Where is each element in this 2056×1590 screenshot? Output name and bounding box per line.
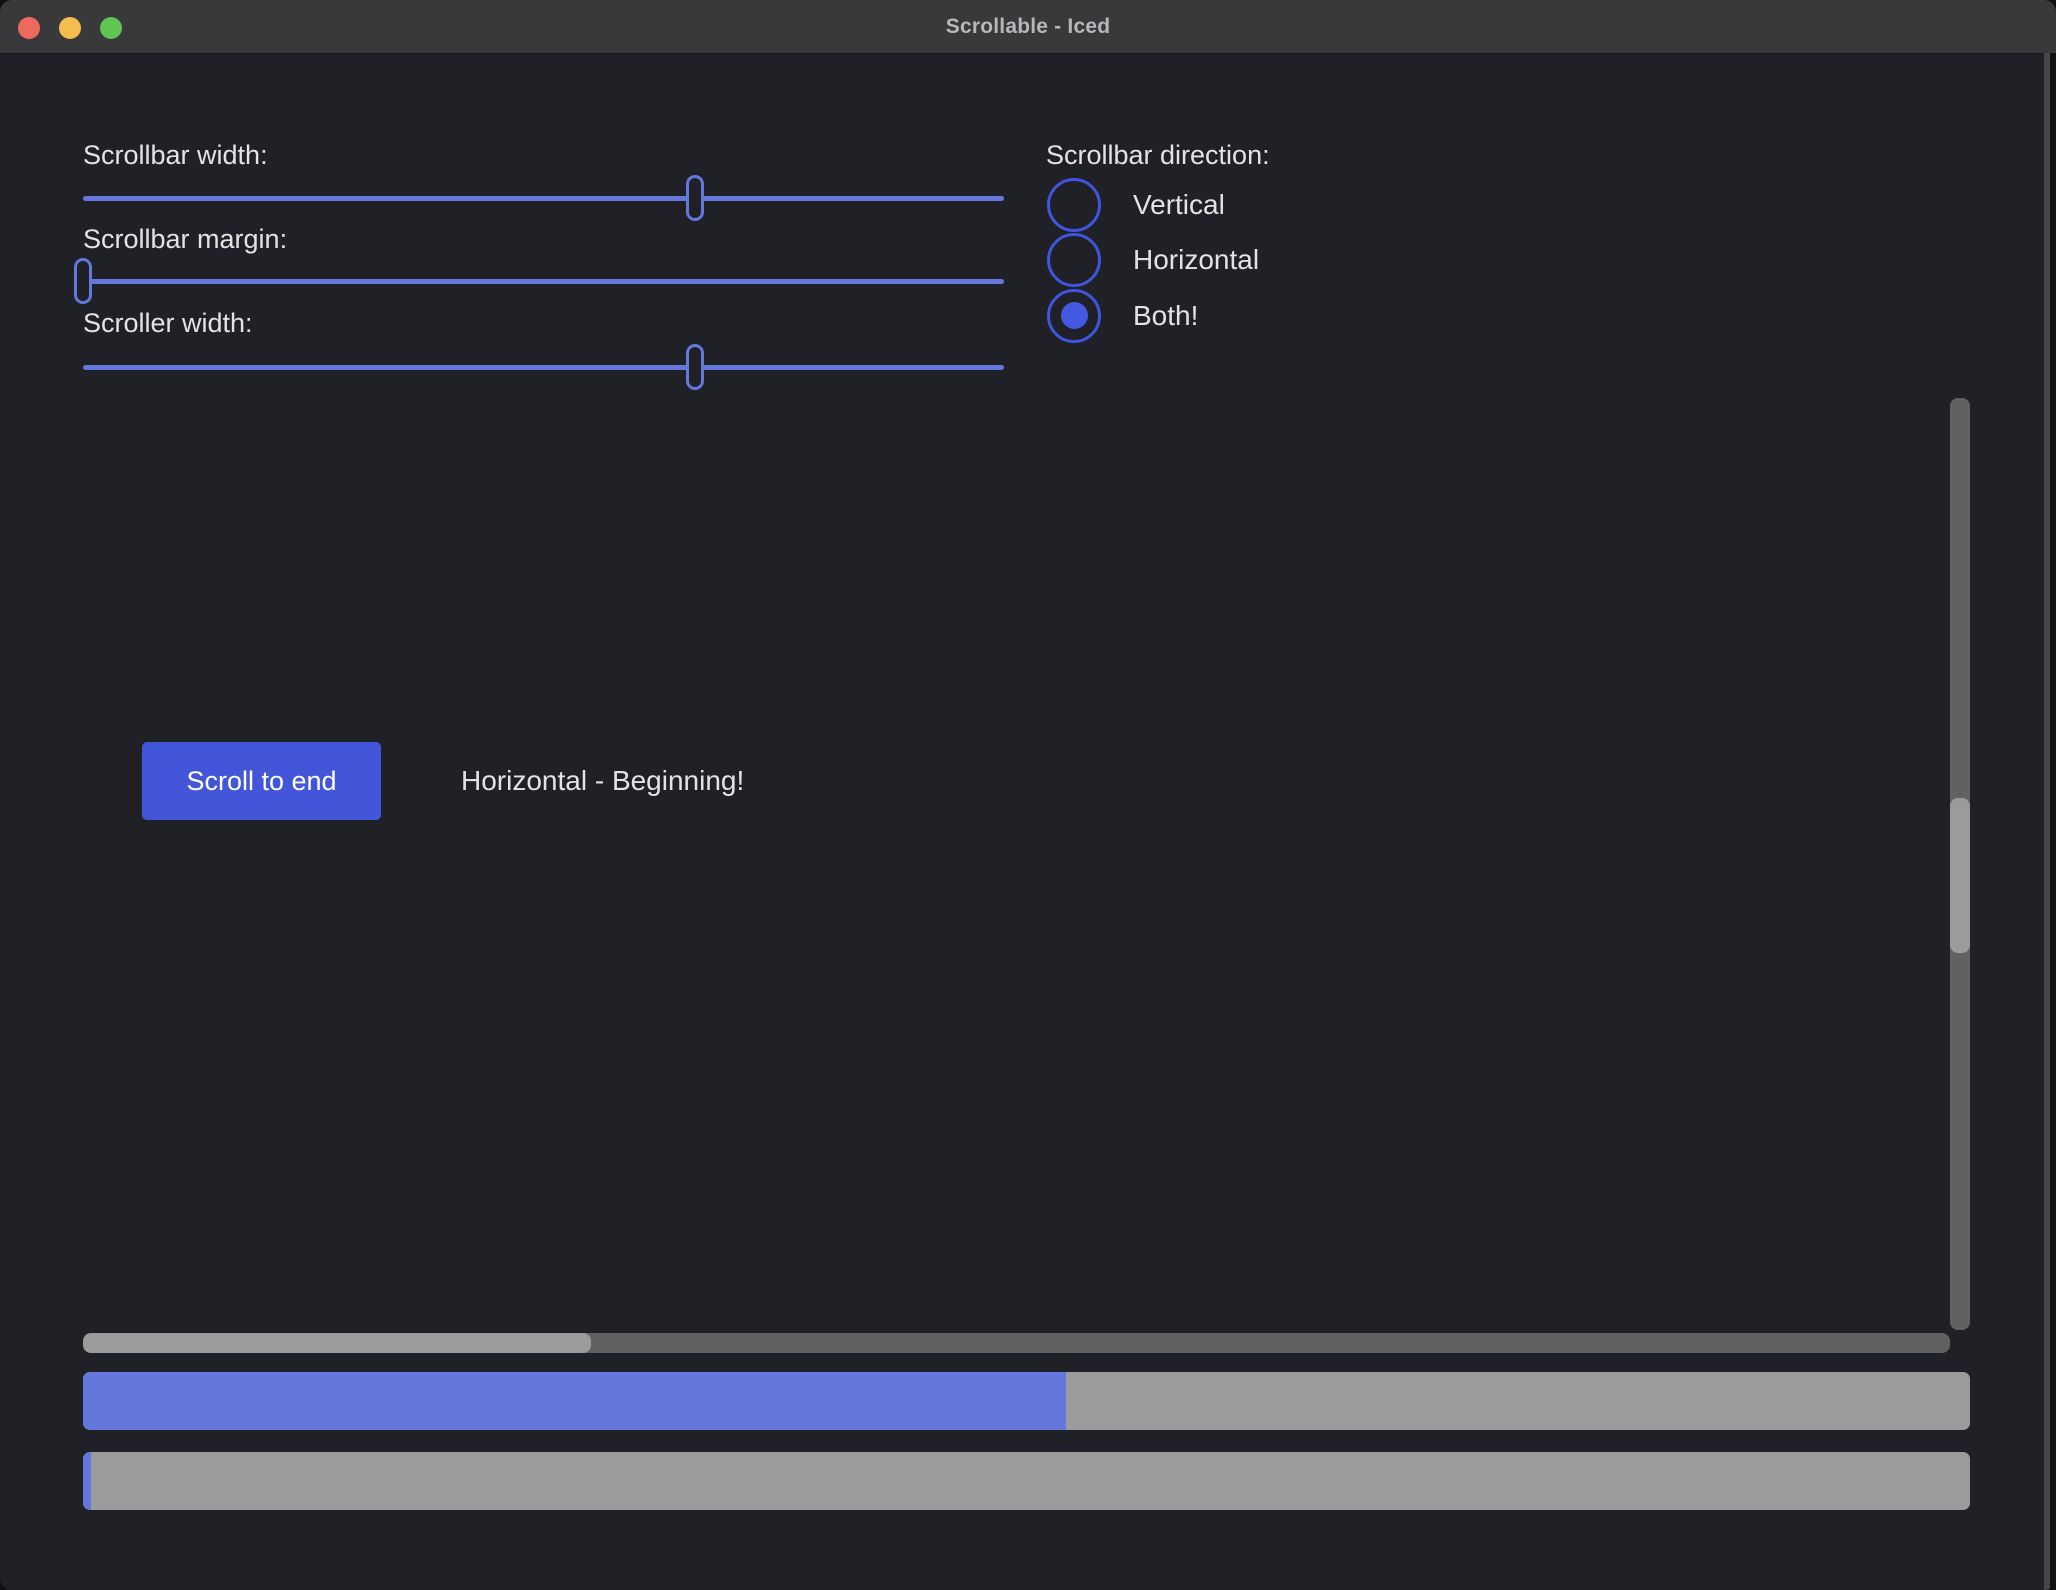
traffic-lights <box>18 17 122 39</box>
window-edge <box>2050 53 2056 1590</box>
scrollbar-margin-label: Scrollbar margin: <box>83 224 287 255</box>
scrollbar-width-slider[interactable] <box>83 175 1004 221</box>
radio-option-horizontal[interactable]: Horizontal <box>1047 232 1467 287</box>
scrollbar-direction-label: Scrollbar direction: <box>1046 140 1270 171</box>
slider-handle[interactable] <box>74 258 92 304</box>
zoom-button[interactable] <box>100 17 122 39</box>
slider-track[interactable] <box>83 279 1004 284</box>
scroll-to-end-button[interactable]: Scroll to end <box>142 742 381 820</box>
scroll-status-text: Horizontal - Beginning! <box>461 742 744 820</box>
radio-option-vertical[interactable]: Vertical <box>1047 177 1467 232</box>
titlebar: Scrollable - Iced <box>0 0 2056 54</box>
app-window: Scrollable - Iced Scrollbar width: Scrol… <box>0 0 2056 1590</box>
scrollbar-margin-slider[interactable] <box>83 258 1004 304</box>
radio-label: Horizontal <box>1133 244 1259 276</box>
window-title: Scrollable - Iced <box>946 15 1110 39</box>
horizontal-scrollbar[interactable] <box>83 1333 1950 1353</box>
horizontal-scroller[interactable] <box>83 1333 591 1353</box>
slider-track[interactable] <box>83 196 1004 201</box>
slider-handle[interactable] <box>686 175 704 221</box>
vertical-scroller[interactable] <box>1950 798 1970 953</box>
scroller-width-label: Scroller width: <box>83 308 253 339</box>
progress-fill <box>83 1372 1066 1430</box>
progress-fill <box>83 1452 91 1510</box>
radio-icon <box>1047 178 1101 232</box>
radio-label: Both! <box>1133 300 1198 332</box>
vertical-progress-bar <box>83 1452 1970 1510</box>
slider-track[interactable] <box>83 365 1004 370</box>
horizontal-progress-bar <box>83 1372 1970 1430</box>
radio-icon <box>1047 233 1101 287</box>
radio-selected-icon <box>1047 289 1101 343</box>
slider-handle[interactable] <box>686 344 704 390</box>
vertical-scrollbar[interactable] <box>1950 398 1970 1330</box>
radio-option-both[interactable]: Both! <box>1047 288 1467 343</box>
close-button[interactable] <box>18 17 40 39</box>
minimize-button[interactable] <box>59 17 81 39</box>
radio-label: Vertical <box>1133 189 1225 221</box>
scrollbar-width-label: Scrollbar width: <box>83 140 268 171</box>
scroller-width-slider[interactable] <box>83 344 1004 390</box>
